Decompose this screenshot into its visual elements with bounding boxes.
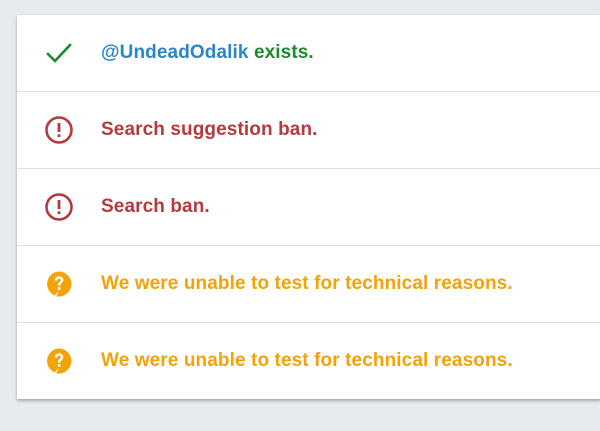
exclamation-circle-icon — [44, 192, 74, 222]
question-bubble-icon — [44, 269, 74, 299]
result-text: Search ban. — [101, 196, 210, 217]
question-bubble-icon — [44, 346, 74, 376]
result-text: We were unable to test for technical rea… — [101, 273, 513, 294]
result-row-technical-error: We were unable to test for technical rea… — [17, 323, 600, 399]
username-link[interactable]: @UndeadOdalik — [101, 42, 249, 63]
result-row-search-ban: Search ban. — [17, 169, 600, 246]
result-row-search-suggestion-ban: Search suggestion ban. — [17, 92, 600, 169]
exclamation-circle-icon — [44, 115, 74, 145]
exists-label: exists. — [248, 42, 314, 63]
result-row-exists: @UndeadOdalik exists. — [17, 15, 600, 92]
result-text: @UndeadOdalik exists. — [101, 42, 314, 64]
results-card: @UndeadOdalik exists. Search suggestion … — [17, 15, 600, 399]
result-text: We were unable to test for technical rea… — [101, 350, 513, 371]
checkmark-icon — [44, 38, 74, 68]
result-text: Search suggestion ban. — [101, 119, 318, 140]
result-row-technical-error: We were unable to test for technical rea… — [17, 246, 600, 323]
